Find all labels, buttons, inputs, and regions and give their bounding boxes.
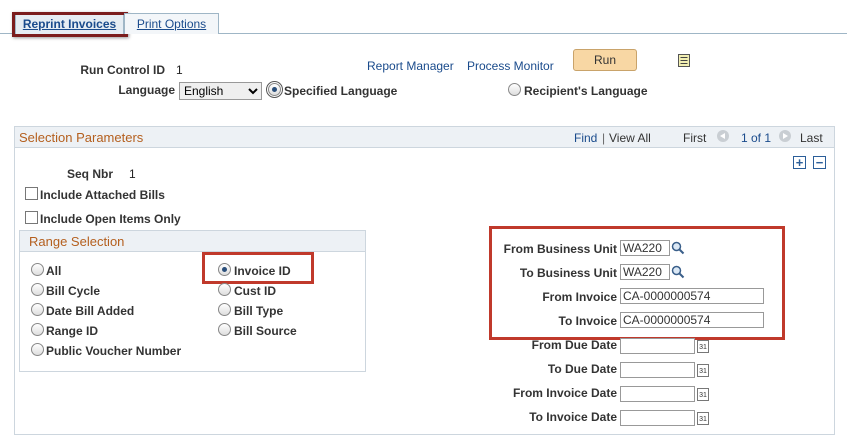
- run-control-value: 1: [176, 63, 183, 77]
- include-open-items-label: Include Open Items Only: [40, 212, 181, 226]
- range-date-bill-added-label: Date Bill Added: [46, 304, 135, 318]
- from-due-date-label: From Due Date: [531, 338, 617, 352]
- process-monitor-link[interactable]: Process Monitor: [467, 59, 554, 73]
- include-attached-bills-label: Include Attached Bills: [40, 188, 165, 202]
- to-due-date-label: To Due Date: [547, 362, 617, 376]
- run-button[interactable]: Run: [573, 49, 637, 71]
- specified-language-label: Specified Language: [284, 84, 398, 98]
- previous-arrow-icon[interactable]: [717, 130, 729, 142]
- notepad-icon[interactable]: [678, 54, 690, 67]
- range-range-id-label: Range ID: [46, 324, 99, 338]
- search-icon[interactable]: [671, 265, 685, 279]
- from-invoice-input[interactable]: [620, 288, 764, 304]
- page-count: 1 of 1: [741, 131, 772, 145]
- range-range-id-radio[interactable]: [31, 323, 44, 336]
- range-date-bill-added-radio[interactable]: [31, 303, 44, 316]
- seq-nbr-value: 1: [129, 167, 136, 181]
- from-invoice-label: From Invoice: [542, 290, 617, 304]
- language-label: Language: [118, 83, 175, 97]
- language-select[interactable]: English: [179, 82, 262, 100]
- range-invoice-id-label: Invoice ID: [234, 264, 291, 278]
- from-invoice-date-label: From Invoice Date: [512, 386, 617, 400]
- find-link[interactable]: Find: [574, 131, 597, 145]
- search-icon[interactable]: [671, 241, 685, 255]
- to-invoice-date-label: To Invoice Date: [529, 410, 617, 424]
- to-business-unit-input[interactable]: [620, 264, 670, 280]
- range-bill-source-radio[interactable]: [218, 323, 231, 336]
- nav-separator: |: [602, 131, 606, 145]
- range-invoice-id-radio[interactable]: [218, 263, 231, 276]
- seq-nbr-label: Seq Nbr: [66, 167, 113, 181]
- include-attached-bills-checkbox[interactable]: [25, 187, 38, 200]
- selection-parameters-title: Selection Parameters: [19, 130, 144, 145]
- add-row-button[interactable]: +: [793, 156, 806, 169]
- to-business-unit-label: To Business Unit: [519, 266, 617, 280]
- from-business-unit-input[interactable]: [620, 240, 670, 256]
- tab-print-options-label: Print Options: [136, 17, 207, 31]
- range-bill-cycle-label: Bill Cycle: [46, 284, 101, 298]
- calendar-icon[interactable]: 31: [697, 388, 709, 401]
- range-cust-id-radio[interactable]: [218, 283, 231, 296]
- to-invoice-label: To Invoice: [558, 314, 617, 328]
- calendar-icon[interactable]: 31: [697, 412, 709, 425]
- recipient-language-label: Recipient's Language: [524, 84, 648, 98]
- include-open-items-checkbox[interactable]: [25, 211, 38, 224]
- first-link[interactable]: First: [683, 131, 706, 145]
- recipient-language-radio[interactable]: [508, 83, 521, 96]
- range-bill-source-label: Bill Source: [234, 324, 297, 338]
- report-manager-link[interactable]: Report Manager: [367, 59, 454, 73]
- range-bill-type-radio[interactable]: [218, 303, 231, 316]
- to-invoice-input[interactable]: [620, 312, 764, 328]
- view-all-link[interactable]: View All: [609, 131, 651, 145]
- calendar-icon[interactable]: 31: [697, 364, 709, 377]
- range-selection-title: Range Selection: [29, 234, 125, 249]
- range-bill-cycle-radio[interactable]: [31, 283, 44, 296]
- from-business-unit-label: From Business Unit: [503, 242, 617, 256]
- tab-print-options[interactable]: Print Options: [124, 13, 219, 34]
- range-all-label: All: [46, 264, 62, 278]
- range-public-voucher-radio[interactable]: [31, 343, 44, 356]
- last-link[interactable]: Last: [800, 131, 823, 145]
- remove-row-button[interactable]: −: [813, 156, 826, 169]
- to-invoice-date-input[interactable]: [620, 410, 695, 426]
- range-cust-id-label: Cust ID: [234, 284, 276, 298]
- range-bill-type-label: Bill Type: [234, 304, 284, 318]
- calendar-icon[interactable]: 31: [697, 340, 709, 353]
- run-control-label: Run Control ID: [80, 63, 165, 77]
- to-due-date-input[interactable]: [620, 362, 695, 378]
- range-all-radio[interactable]: [31, 263, 44, 276]
- range-public-voucher-label: Public Voucher Number: [46, 344, 182, 358]
- from-due-date-input[interactable]: [620, 338, 695, 354]
- from-invoice-date-input[interactable]: [620, 386, 695, 402]
- specified-language-radio[interactable]: [266, 81, 283, 98]
- highlight-active-tab: [12, 12, 128, 37]
- next-arrow-icon[interactable]: [779, 130, 791, 142]
